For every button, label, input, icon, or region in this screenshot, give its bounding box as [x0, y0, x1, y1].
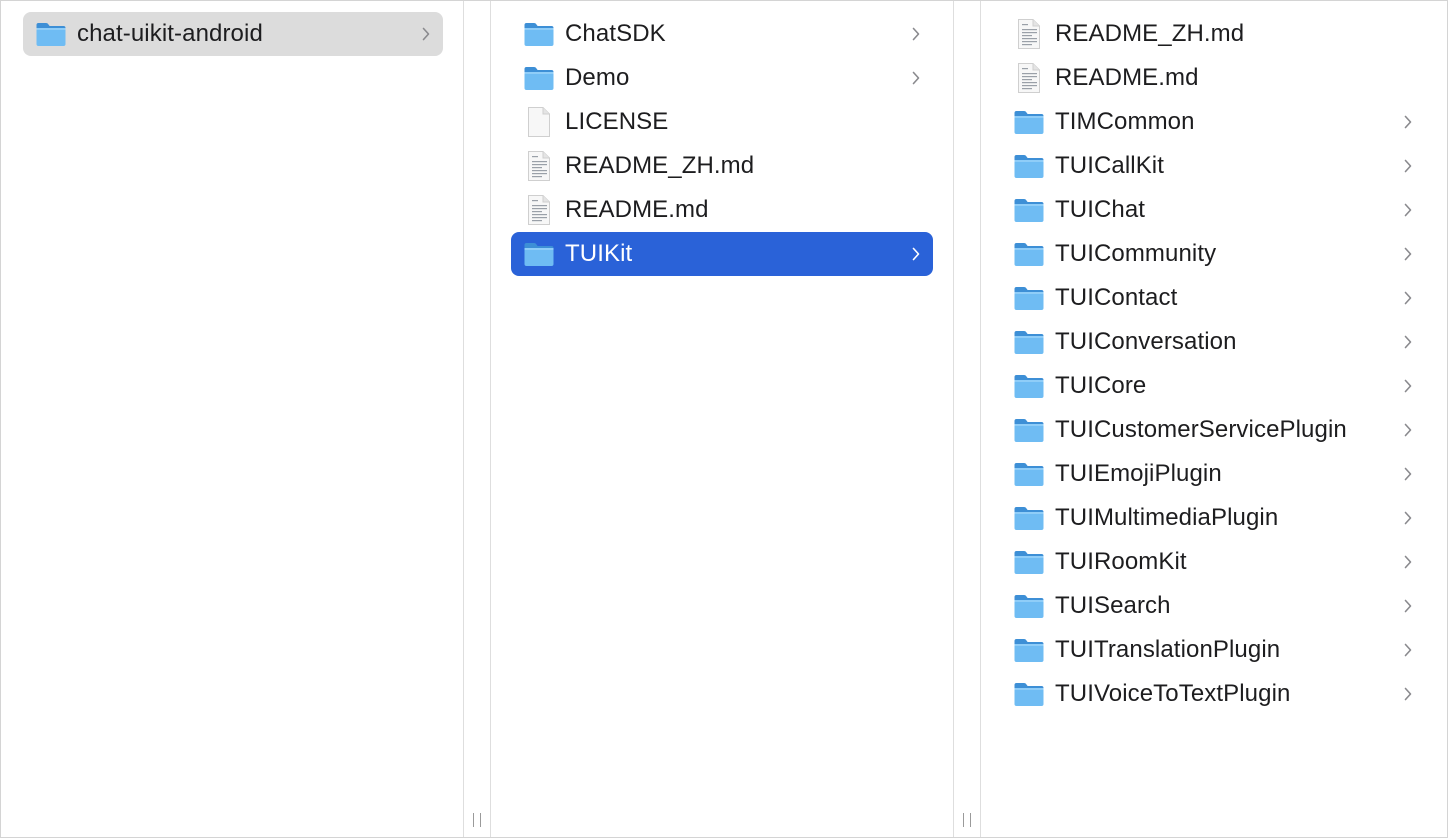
column-2-items: ChatSDK Demo LICENSE README_ZH.md README.md T…	[491, 1, 953, 276]
list-item[interactable]: TUICore	[1001, 364, 1425, 408]
folder-icon	[523, 62, 555, 94]
item-label: TUITranslationPlugin	[1055, 636, 1281, 663]
list-item[interactable]: README_ZH.md	[511, 144, 933, 188]
chevron-right-icon	[1401, 641, 1415, 659]
list-item[interactable]: TUIVoiceToTextPlugin	[1001, 672, 1425, 716]
list-item[interactable]: README_ZH.md	[1001, 12, 1425, 56]
item-label: TUIMultimediaPlugin	[1055, 504, 1279, 531]
folder-icon	[1013, 414, 1045, 446]
list-item[interactable]: TUIConversation	[1001, 320, 1425, 364]
list-item[interactable]: TIMCommon	[1001, 100, 1425, 144]
folder-icon	[1013, 194, 1045, 226]
list-item[interactable]: TUICustomerServicePlugin	[1001, 408, 1425, 452]
chevron-right-icon	[1401, 289, 1415, 307]
item-label: TUIChat	[1055, 196, 1146, 223]
item-label: Demo	[565, 64, 630, 91]
chevron-right-icon	[909, 25, 923, 43]
chevron-right-icon	[1401, 333, 1415, 351]
item-label: chat-uikit-android	[77, 20, 263, 47]
item-label: TUIConversation	[1055, 328, 1237, 355]
folder-icon	[1013, 370, 1045, 402]
list-item[interactable]: TUIRoomKit	[1001, 540, 1425, 584]
item-label: TUISearch	[1055, 592, 1171, 619]
column-divider-1[interactable]	[463, 1, 491, 837]
column-1: chat-uikit-android	[1, 1, 463, 837]
item-label: TUIContact	[1055, 284, 1178, 311]
list-item[interactable]: LICENSE	[511, 100, 933, 144]
item-label: README_ZH.md	[1055, 20, 1245, 47]
item-label: TUICallKit	[1055, 152, 1165, 179]
list-item[interactable]: TUIMultimediaPlugin	[1001, 496, 1425, 540]
chevron-right-icon	[1401, 685, 1415, 703]
item-label: TUICustomerServicePlugin	[1055, 416, 1347, 443]
item-label: ChatSDK	[565, 20, 666, 47]
folder-icon	[1013, 458, 1045, 490]
folder-icon	[1013, 502, 1045, 534]
chevron-right-icon	[1401, 157, 1415, 175]
item-label: README_ZH.md	[565, 152, 755, 179]
folder-icon	[1013, 106, 1045, 138]
column-3: README_ZH.md README.md TIMCommon TUICallKit…	[981, 1, 1447, 837]
column-divider-2[interactable]	[953, 1, 981, 837]
chevron-right-icon	[419, 25, 433, 43]
folder-icon	[1013, 238, 1045, 270]
list-item[interactable]: chat-uikit-android	[23, 12, 443, 56]
column-resize-handle-icon[interactable]	[963, 813, 971, 827]
finder-column-browser: chat-uikit-android ChatSDK Demo LICENSE REA…	[0, 0, 1448, 838]
folder-icon	[523, 238, 555, 270]
chevron-right-icon	[909, 245, 923, 263]
column-1-items: chat-uikit-android	[1, 1, 463, 56]
item-label: TUIRoomKit	[1055, 548, 1187, 575]
blank-file-icon	[523, 106, 555, 138]
text-file-icon	[1013, 62, 1045, 94]
item-label: TUIEmojiPlugin	[1055, 460, 1222, 487]
list-item[interactable]: Demo	[511, 56, 933, 100]
item-label: LICENSE	[565, 108, 669, 135]
folder-icon	[1013, 546, 1045, 578]
item-label: README.md	[1055, 64, 1199, 91]
text-file-icon	[523, 194, 555, 226]
item-label: TIMCommon	[1055, 108, 1195, 135]
chevron-right-icon	[1401, 201, 1415, 219]
list-item[interactable]: TUITranslationPlugin	[1001, 628, 1425, 672]
text-file-icon	[1013, 18, 1045, 50]
chevron-right-icon	[1401, 245, 1415, 263]
chevron-right-icon	[1401, 597, 1415, 615]
list-item[interactable]: TUIEmojiPlugin	[1001, 452, 1425, 496]
column-resize-handle-icon[interactable]	[473, 813, 481, 827]
item-label: TUICore	[1055, 372, 1147, 399]
item-label: TUICommunity	[1055, 240, 1217, 267]
list-item[interactable]: TUIKit	[511, 232, 933, 276]
chevron-right-icon	[1401, 553, 1415, 571]
text-file-icon	[523, 150, 555, 182]
folder-icon	[523, 18, 555, 50]
column-2: ChatSDK Demo LICENSE README_ZH.md README.md T…	[491, 1, 953, 837]
list-item[interactable]: TUICallKit	[1001, 144, 1425, 188]
folder-icon	[1013, 590, 1045, 622]
list-item[interactable]: README.md	[1001, 56, 1425, 100]
chevron-right-icon	[1401, 509, 1415, 527]
column-3-items: README_ZH.md README.md TIMCommon TUICallKit…	[981, 1, 1447, 716]
folder-icon	[1013, 326, 1045, 358]
list-item[interactable]: TUIChat	[1001, 188, 1425, 232]
chevron-right-icon	[909, 69, 923, 87]
chevron-right-icon	[1401, 377, 1415, 395]
item-label: README.md	[565, 196, 709, 223]
list-item[interactable]: README.md	[511, 188, 933, 232]
list-item[interactable]: ChatSDK	[511, 12, 933, 56]
folder-icon	[1013, 282, 1045, 314]
chevron-right-icon	[1401, 465, 1415, 483]
item-label: TUIKit	[565, 240, 633, 267]
folder-icon	[1013, 150, 1045, 182]
item-label: TUIVoiceToTextPlugin	[1055, 680, 1291, 707]
folder-icon	[35, 18, 67, 50]
chevron-right-icon	[1401, 421, 1415, 439]
list-item[interactable]: TUIContact	[1001, 276, 1425, 320]
list-item[interactable]: TUICommunity	[1001, 232, 1425, 276]
list-item[interactable]: TUISearch	[1001, 584, 1425, 628]
folder-icon	[1013, 678, 1045, 710]
folder-icon	[1013, 634, 1045, 666]
chevron-right-icon	[1401, 113, 1415, 131]
